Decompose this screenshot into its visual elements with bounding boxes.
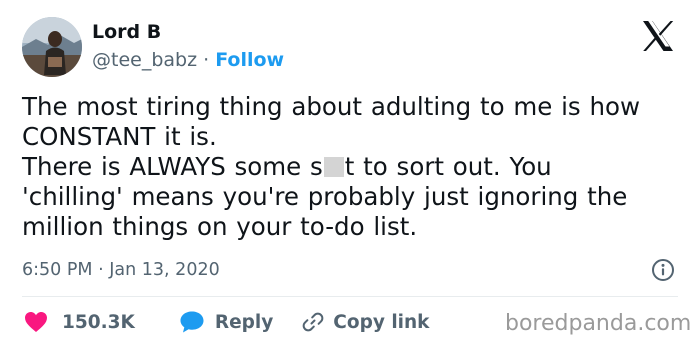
like-button[interactable]: 150.3K: [24, 311, 135, 333]
tweet-text: The most tiring thing about adulting to …: [22, 92, 682, 242]
handle-separator: ·: [203, 49, 210, 71]
date-separator: ·: [98, 260, 104, 280]
author-handle-row: @tee_babz · Follow: [92, 48, 284, 72]
info-icon[interactable]: [651, 258, 675, 282]
copy-link-button[interactable]: Copy link: [302, 311, 429, 333]
x-logo-icon[interactable]: [641, 20, 675, 52]
divider: [22, 296, 678, 297]
watermark: boredpanda.com: [505, 311, 692, 336]
author-name[interactable]: Lord B: [92, 20, 161, 44]
speech-bubble-icon: [180, 311, 204, 333]
tweet-timestamp[interactable]: 6:50 PM · Jan 13, 2020: [22, 258, 220, 282]
follow-button[interactable]: Follow: [215, 49, 284, 71]
copy-link-label: Copy link: [333, 311, 430, 333]
censor-block: [323, 157, 344, 177]
avatar[interactable]: [22, 17, 82, 77]
author-handle[interactable]: @tee_babz: [92, 49, 197, 71]
link-icon: [302, 312, 324, 332]
reply-label: Reply: [214, 311, 274, 333]
heart-icon: [25, 312, 47, 332]
like-count: 150.3K: [62, 311, 135, 333]
tweet-time: 6:50 PM: [22, 260, 93, 280]
reply-button[interactable]: Reply: [179, 310, 273, 334]
tweet-date: Jan 13, 2020: [109, 260, 220, 280]
action-bar: 150.3K Reply Copy link: [24, 309, 429, 335]
avatar-photo: [22, 17, 82, 77]
